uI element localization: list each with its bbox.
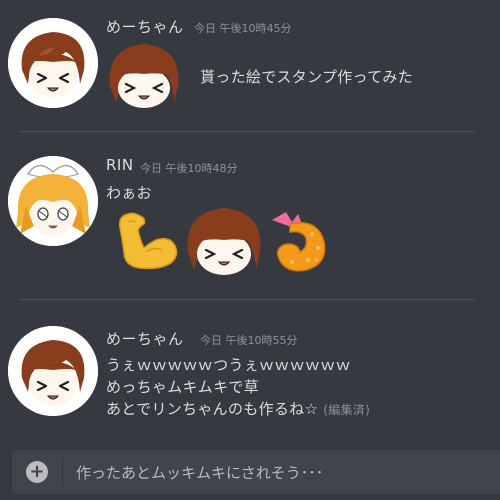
edited-label: (編集済) — [323, 403, 371, 417]
message-text: 貰った絵でスタンプ作ってみた — [200, 68, 414, 86]
timestamp: 今日 午後10時45分 — [194, 22, 292, 35]
username[interactable]: RIN — [106, 156, 134, 174]
message-text: うぇｗｗｗｗｗつうぇｗｗｗｗｗｗ — [106, 356, 351, 374]
meiko-avatar-icon — [8, 326, 98, 416]
divider — [20, 131, 475, 132]
meiko-avatar-icon — [8, 18, 98, 108]
meiko-face-icon — [187, 208, 261, 275]
message-text: あとでリンちゃんのも作るね☆ (編集済) — [106, 398, 370, 419]
flexed-biceps-emoji — [110, 208, 182, 274]
message: めーちゃん 今日 午後10時55分 うぇｗｗｗｗｗつうぇｗｗｗｗｗｗ めっちゃム… — [0, 310, 500, 440]
rin-avatar-icon — [8, 156, 98, 246]
message-text: わぁお — [106, 184, 152, 202]
meiko-face-sticker — [104, 40, 184, 110]
divider — [20, 299, 475, 300]
timestamp: 今日 午後10時55分 — [200, 334, 298, 347]
message-text: めっちゃムキムキで草 — [106, 378, 260, 396]
chat-area: めーちゃん 今日 午後10時45分 貰った絵でスタンプ作ってみた RIN 今日 … — [0, 0, 500, 500]
avatar[interactable] — [8, 326, 98, 416]
add-attachment-button[interactable]: + — [26, 461, 48, 483]
avatar[interactable] — [8, 156, 98, 246]
avatar[interactable] — [8, 18, 98, 108]
message: RIN 今日 午後10時48分 わぁお — [0, 140, 500, 300]
message-input-bar: + 作ったあとムッキムキにされそう･･･ — [12, 450, 500, 494]
username[interactable]: めーちゃん — [106, 328, 184, 349]
username[interactable]: めーちゃん — [106, 16, 184, 37]
fried-shrimp-icon — [272, 212, 326, 272]
timestamp: 今日 午後10時48分 — [140, 162, 238, 175]
input-separator — [62, 458, 63, 486]
message-input[interactable]: 作ったあとムッキムキにされそう･･･ — [76, 462, 323, 483]
fried-shrimp-emoji — [268, 204, 332, 278]
flexed-biceps-icon — [118, 212, 178, 270]
message: めーちゃん 今日 午後10時45分 貰った絵でスタンプ作ってみた — [0, 0, 500, 130]
message-text-content: あとでリンちゃんのも作るね☆ — [106, 400, 319, 418]
meiko-face-icon — [109, 44, 179, 108]
meiko-face-sticker — [182, 204, 266, 278]
